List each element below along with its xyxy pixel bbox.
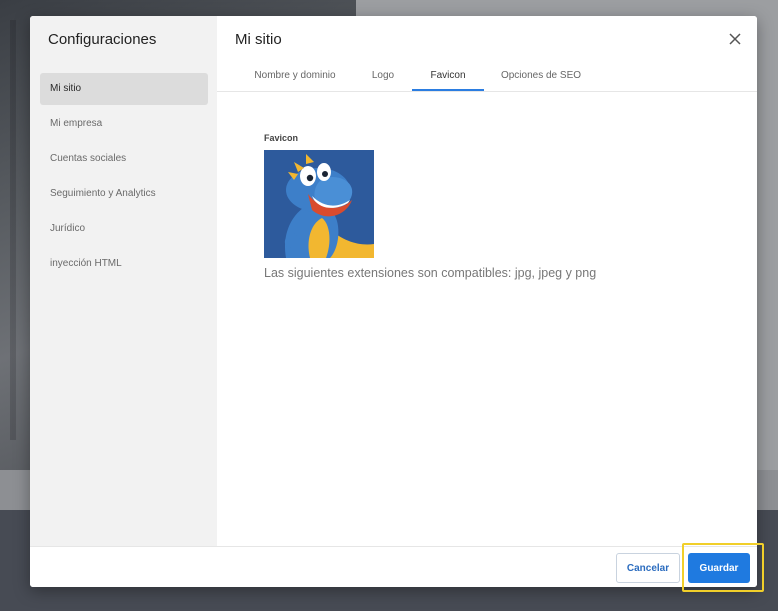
tab-bar: Nombre y dominio Logo Favicon Opciones d… — [217, 66, 757, 92]
tab-opciones-seo[interactable]: Opciones de SEO — [497, 69, 585, 91]
tab-logo[interactable]: Logo — [365, 69, 401, 91]
sidebar-item-mi-sitio[interactable]: Mi sitio — [40, 73, 208, 105]
sidebar-title: Configuraciones — [48, 31, 157, 48]
sidebar-item-mi-empresa[interactable]: Mi empresa — [40, 108, 208, 140]
sidebar-item-juridico[interactable]: Jurídico — [40, 213, 208, 245]
supported-extensions-text: Las siguientes extensiones son compatibl… — [264, 266, 597, 280]
cancel-button[interactable]: Cancelar — [616, 553, 680, 583]
page-title: Mi sitio — [235, 31, 282, 48]
settings-main: Mi sitio Nombre y dominio Logo Favicon O… — [217, 16, 757, 546]
sidebar-item-inyeccion-html[interactable]: inyección HTML — [40, 248, 208, 280]
tab-nombre-dominio[interactable]: Nombre y dominio — [251, 69, 339, 91]
favicon-image[interactable] — [264, 150, 374, 258]
settings-sidebar: Configuraciones Mi sitio Mi empresa Cuen… — [30, 16, 217, 546]
sidebar-item-seguimiento-analytics[interactable]: Seguimiento y Analytics — [40, 178, 208, 210]
modal-footer: Cancelar Guardar — [30, 546, 757, 587]
sidebar-item-cuentas-sociales[interactable]: Cuentas sociales — [40, 143, 208, 175]
save-button[interactable]: Guardar — [688, 553, 750, 583]
close-icon[interactable] — [727, 31, 743, 47]
active-tab-indicator — [412, 89, 484, 91]
settings-modal: Configuraciones Mi sitio Mi empresa Cuen… — [30, 16, 757, 587]
favicon-label: Favicon — [264, 133, 299, 143]
tab-favicon[interactable]: Favicon — [412, 69, 484, 91]
